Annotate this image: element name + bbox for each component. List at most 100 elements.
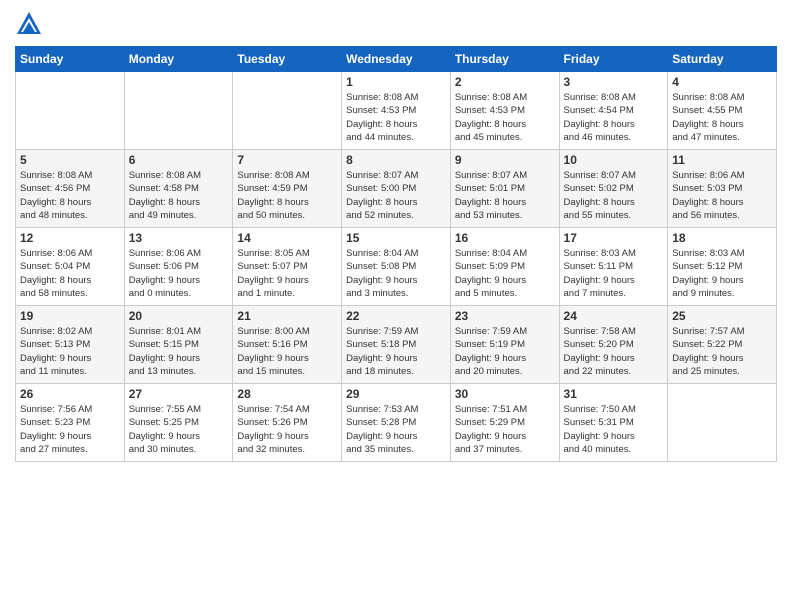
day-cell: 25 Sunrise: 7:57 AM Sunset: 5:22 PM Dayli… <box>668 306 777 384</box>
day-info: Sunrise: 8:03 AM Sunset: 5:11 PM Dayligh… <box>564 247 664 300</box>
day-number: 4 <box>672 75 772 89</box>
day-cell: 7 Sunrise: 8:08 AM Sunset: 4:59 PM Daylig… <box>233 150 342 228</box>
day-number: 3 <box>564 75 664 89</box>
day-info: Sunrise: 7:58 AM Sunset: 5:20 PM Dayligh… <box>564 325 664 378</box>
day-info: Sunrise: 8:07 AM Sunset: 5:01 PM Dayligh… <box>455 169 555 222</box>
day-info: Sunrise: 8:04 AM Sunset: 5:08 PM Dayligh… <box>346 247 446 300</box>
day-info: Sunrise: 8:02 AM Sunset: 5:13 PM Dayligh… <box>20 325 120 378</box>
header-row <box>15 10 777 38</box>
logo <box>15 10 47 38</box>
day-cell: 13Sunrise: 8:06 AM Sunset: 5:06 PM Dayli… <box>124 228 233 306</box>
day-cell: 11 Sunrise: 8:06 AM Sunset: 5:03 PM Dayli… <box>668 150 777 228</box>
day-number: 5 <box>20 153 120 167</box>
day-cell: 19 Sunrise: 8:02 AM Sunset: 5:13 PM Dayli… <box>16 306 125 384</box>
day-cell: 29 Sunrise: 7:53 AM Sunset: 5:28 PM Dayli… <box>342 384 451 462</box>
weekday-header-thursday: Thursday <box>450 47 559 72</box>
day-number: 1 <box>346 75 446 89</box>
day-cell: 10 Sunrise: 8:07 AM Sunset: 5:02 PM Dayli… <box>559 150 668 228</box>
day-cell: 27Sunrise: 7:55 AM Sunset: 5:25 PM Dayli… <box>124 384 233 462</box>
day-number: 30 <box>455 387 555 401</box>
day-info: Sunrise: 7:51 AM Sunset: 5:29 PM Dayligh… <box>455 403 555 456</box>
day-cell: 23Sunrise: 7:59 AM Sunset: 5:19 PM Dayli… <box>450 306 559 384</box>
day-number: 10 <box>564 153 664 167</box>
day-info: Sunrise: 8:08 AM Sunset: 4:58 PM Dayligh… <box>129 169 229 222</box>
day-number: 11 <box>672 153 772 167</box>
day-cell: 9 Sunrise: 8:07 AM Sunset: 5:01 PM Daylig… <box>450 150 559 228</box>
day-info: Sunrise: 8:07 AM Sunset: 5:00 PM Dayligh… <box>346 169 446 222</box>
day-number: 8 <box>346 153 446 167</box>
day-info: Sunrise: 7:56 AM Sunset: 5:23 PM Dayligh… <box>20 403 120 456</box>
calendar-container: SundayMondayTuesdayWednesdayThursdayFrid… <box>0 0 792 472</box>
day-info: Sunrise: 8:06 AM Sunset: 5:04 PM Dayligh… <box>20 247 120 300</box>
day-number: 22 <box>346 309 446 323</box>
day-cell: 12Sunrise: 8:06 AM Sunset: 5:04 PM Dayli… <box>16 228 125 306</box>
day-info: Sunrise: 8:08 AM Sunset: 4:53 PM Dayligh… <box>346 91 446 144</box>
day-number: 31 <box>564 387 664 401</box>
day-info: Sunrise: 8:00 AM Sunset: 5:16 PM Dayligh… <box>237 325 337 378</box>
day-info: Sunrise: 8:05 AM Sunset: 5:07 PM Dayligh… <box>237 247 337 300</box>
day-cell: 4 Sunrise: 8:08 AM Sunset: 4:55 PM Daylig… <box>668 72 777 150</box>
day-info: Sunrise: 8:08 AM Sunset: 4:54 PM Dayligh… <box>564 91 664 144</box>
day-info: Sunrise: 7:57 AM Sunset: 5:22 PM Dayligh… <box>672 325 772 378</box>
day-info: Sunrise: 7:50 AM Sunset: 5:31 PM Dayligh… <box>564 403 664 456</box>
weekday-header-sunday: Sunday <box>16 47 125 72</box>
day-number: 7 <box>237 153 337 167</box>
day-cell: 6Sunrise: 8:08 AM Sunset: 4:58 PM Daylig… <box>124 150 233 228</box>
day-number: 9 <box>455 153 555 167</box>
day-number: 13 <box>129 231 229 245</box>
day-info: Sunrise: 8:08 AM Sunset: 4:53 PM Dayligh… <box>455 91 555 144</box>
day-cell: 14 Sunrise: 8:05 AM Sunset: 5:07 PM Dayli… <box>233 228 342 306</box>
day-info: Sunrise: 8:07 AM Sunset: 5:02 PM Dayligh… <box>564 169 664 222</box>
day-info: Sunrise: 8:08 AM Sunset: 4:56 PM Dayligh… <box>20 169 120 222</box>
weekday-header-monday: Monday <box>124 47 233 72</box>
day-number: 18 <box>672 231 772 245</box>
day-cell <box>668 384 777 462</box>
day-cell: 21 Sunrise: 8:00 AM Sunset: 5:16 PM Dayli… <box>233 306 342 384</box>
weekday-header-friday: Friday <box>559 47 668 72</box>
day-number: 14 <box>237 231 337 245</box>
week-row-4: 19 Sunrise: 8:02 AM Sunset: 5:13 PM Dayli… <box>16 306 777 384</box>
week-row-5: 26 Sunrise: 7:56 AM Sunset: 5:23 PM Dayli… <box>16 384 777 462</box>
day-info: Sunrise: 7:55 AM Sunset: 5:25 PM Dayligh… <box>129 403 229 456</box>
logo-icon <box>15 10 43 38</box>
day-cell: 15Sunrise: 8:04 AM Sunset: 5:08 PM Dayli… <box>342 228 451 306</box>
day-cell <box>233 72 342 150</box>
day-number: 19 <box>20 309 120 323</box>
day-number: 24 <box>564 309 664 323</box>
weekday-header-row: SundayMondayTuesdayWednesdayThursdayFrid… <box>16 47 777 72</box>
day-number: 25 <box>672 309 772 323</box>
day-info: Sunrise: 7:59 AM Sunset: 5:19 PM Dayligh… <box>455 325 555 378</box>
day-info: Sunrise: 8:06 AM Sunset: 5:03 PM Dayligh… <box>672 169 772 222</box>
day-info: Sunrise: 8:08 AM Sunset: 4:55 PM Dayligh… <box>672 91 772 144</box>
day-cell: 31 Sunrise: 7:50 AM Sunset: 5:31 PM Dayli… <box>559 384 668 462</box>
day-number: 21 <box>237 309 337 323</box>
day-info: Sunrise: 8:03 AM Sunset: 5:12 PM Dayligh… <box>672 247 772 300</box>
day-info: Sunrise: 8:08 AM Sunset: 4:59 PM Dayligh… <box>237 169 337 222</box>
day-number: 28 <box>237 387 337 401</box>
day-number: 26 <box>20 387 120 401</box>
day-info: Sunrise: 8:04 AM Sunset: 5:09 PM Dayligh… <box>455 247 555 300</box>
calendar-table: SundayMondayTuesdayWednesdayThursdayFrid… <box>15 46 777 462</box>
day-number: 17 <box>564 231 664 245</box>
day-cell <box>16 72 125 150</box>
day-cell: 1 Sunrise: 8:08 AM Sunset: 4:53 PM Daylig… <box>342 72 451 150</box>
day-number: 16 <box>455 231 555 245</box>
day-number: 2 <box>455 75 555 89</box>
day-cell: 24 Sunrise: 7:58 AM Sunset: 5:20 PM Dayli… <box>559 306 668 384</box>
day-cell <box>124 72 233 150</box>
day-cell: 20Sunrise: 8:01 AM Sunset: 5:15 PM Dayli… <box>124 306 233 384</box>
weekday-header-tuesday: Tuesday <box>233 47 342 72</box>
day-cell: 22Sunrise: 7:59 AM Sunset: 5:18 PM Dayli… <box>342 306 451 384</box>
day-cell: 5 Sunrise: 8:08 AM Sunset: 4:56 PM Daylig… <box>16 150 125 228</box>
day-cell: 28Sunrise: 7:54 AM Sunset: 5:26 PM Dayli… <box>233 384 342 462</box>
week-row-3: 12Sunrise: 8:06 AM Sunset: 5:04 PM Dayli… <box>16 228 777 306</box>
weekday-header-wednesday: Wednesday <box>342 47 451 72</box>
day-cell: 2 Sunrise: 8:08 AM Sunset: 4:53 PM Daylig… <box>450 72 559 150</box>
week-row-1: 1 Sunrise: 8:08 AM Sunset: 4:53 PM Daylig… <box>16 72 777 150</box>
week-row-2: 5 Sunrise: 8:08 AM Sunset: 4:56 PM Daylig… <box>16 150 777 228</box>
day-number: 20 <box>129 309 229 323</box>
day-info: Sunrise: 7:53 AM Sunset: 5:28 PM Dayligh… <box>346 403 446 456</box>
day-cell: 26 Sunrise: 7:56 AM Sunset: 5:23 PM Dayli… <box>16 384 125 462</box>
weekday-header-saturday: Saturday <box>668 47 777 72</box>
day-number: 29 <box>346 387 446 401</box>
